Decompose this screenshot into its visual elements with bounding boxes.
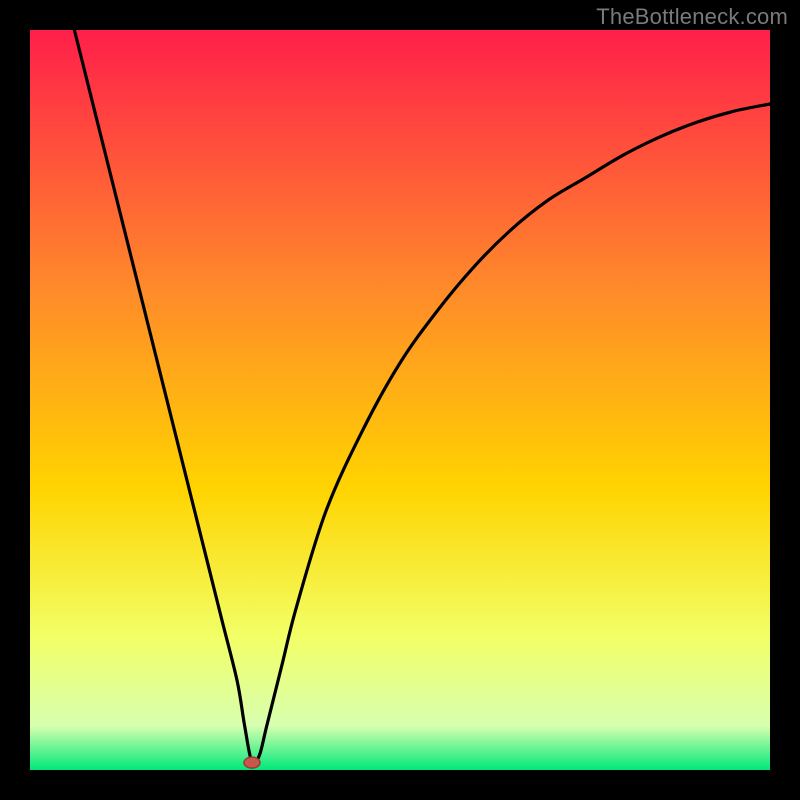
plot-area [30, 30, 770, 770]
chart-frame: TheBottleneck.com [0, 0, 800, 800]
background-gradient [30, 30, 770, 770]
watermark-text: TheBottleneck.com [596, 4, 788, 30]
